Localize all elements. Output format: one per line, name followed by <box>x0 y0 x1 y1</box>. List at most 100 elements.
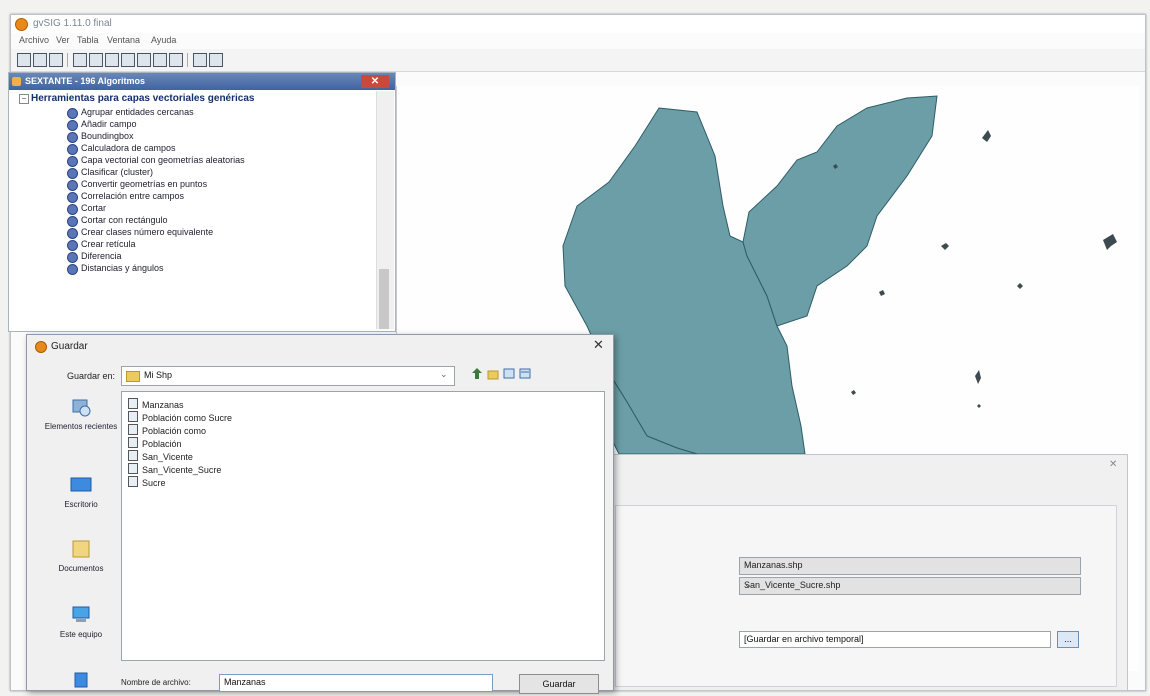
map-icon[interactable] <box>105 53 119 67</box>
gear-icon <box>67 120 78 131</box>
menu-archivo[interactable]: Archivo <box>19 35 49 45</box>
shapefile-icon <box>128 411 138 422</box>
parameters-group <box>615 505 1117 687</box>
chevron-down-icon: ⌄ <box>744 559 752 569</box>
place-documents[interactable]: Documentos <box>41 539 121 573</box>
place-this-pc[interactable]: Este equipo <box>41 605 121 639</box>
look-in-label: Guardar en: <box>67 371 116 381</box>
chevron-down-icon: ⌄ <box>440 369 448 379</box>
tree-item[interactable]: Cortar <box>67 203 106 215</box>
menu-ver[interactable]: Ver <box>56 35 70 45</box>
sextante-icon[interactable] <box>209 53 223 67</box>
algorithms-panel: SEXTANTE - 196 Algoritmos ✕ − Herramient… <box>8 72 396 332</box>
shapefile-icon <box>128 424 138 435</box>
map-island <box>1017 283 1023 289</box>
shapefile-icon <box>128 437 138 448</box>
desktop-icon <box>70 477 92 492</box>
recent-items-icon <box>72 399 91 417</box>
folder-icon <box>126 371 140 382</box>
scrollbar-thumb[interactable] <box>379 269 389 329</box>
measure-icon[interactable] <box>169 53 183 67</box>
browse-button[interactable]: ... <box>1057 631 1079 648</box>
close-icon[interactable]: ✕ <box>361 75 389 88</box>
save-icon[interactable] <box>49 53 63 67</box>
panel-title-bar: SEXTANTE - 196 Algoritmos ✕ <box>9 73 395 90</box>
file-item[interactable]: Población como Sucre <box>128 411 232 423</box>
up-folder-icon[interactable] <box>471 367 483 380</box>
tool-icon[interactable] <box>121 53 135 67</box>
file-item[interactable]: Población <box>128 437 182 449</box>
gear-icon <box>67 132 78 143</box>
tree-item[interactable]: Boundingbox <box>67 131 134 143</box>
computer-icon <box>72 606 90 622</box>
layer-icon[interactable] <box>73 53 87 67</box>
tree-item[interactable]: Agrupar entidades cercanas <box>67 107 194 119</box>
file-item[interactable]: Población como <box>128 424 206 436</box>
gear-icon <box>67 108 78 119</box>
place-network[interactable] <box>41 671 121 696</box>
close-icon[interactable]: ✕ <box>593 337 604 353</box>
tree-item[interactable]: Diferencia <box>67 251 122 263</box>
tree-item[interactable]: Añadir campo <box>67 119 137 131</box>
file-list[interactable]: Manzanas Población como Sucre Población … <box>121 391 605 661</box>
gear-icon <box>67 144 78 155</box>
toolbar <box>11 49 1145 72</box>
file-name-input[interactable]: Manzanas <box>219 674 493 692</box>
open-icon[interactable] <box>33 53 47 67</box>
new-icon[interactable] <box>17 53 31 67</box>
file-item[interactable]: San_Vicente <box>128 450 193 462</box>
menu-ventana[interactable]: Ventana <box>107 35 140 45</box>
close-icon[interactable]: ✕ <box>1109 459 1117 470</box>
tree-item[interactable]: Cortar con rectángulo <box>67 215 168 227</box>
gear-icon <box>67 252 78 263</box>
collapse-icon[interactable]: − <box>19 94 29 104</box>
file-item[interactable]: Sucre <box>128 476 166 488</box>
tree-item[interactable]: Distancias y ángulos <box>67 263 164 275</box>
gear-icon <box>67 156 78 167</box>
gear-icon <box>67 264 78 275</box>
map-island <box>975 370 981 384</box>
save-dialog: Guardar ✕ Guardar en: Mi Shp ⌄ Elementos… <box>26 334 614 694</box>
map-region-east <box>742 95 938 327</box>
map-island <box>977 404 981 408</box>
select-icon[interactable] <box>153 53 167 67</box>
tree-item[interactable]: Clasificar (cluster) <box>67 167 153 179</box>
place-recent[interactable]: Elementos recientes <box>41 397 121 431</box>
tree-item[interactable]: Crear retícula <box>67 239 136 251</box>
output-file-field[interactable]: [Guardar en archivo temporal] <box>739 631 1051 648</box>
zoom-icon[interactable] <box>137 53 151 67</box>
file-name-label: Nombre de archivo: <box>121 678 191 687</box>
tree-item[interactable]: Capa vectorial con geometrías aleatorias <box>67 155 245 167</box>
tree-item[interactable]: Crear clases número equivalente <box>67 227 213 239</box>
map-island <box>879 290 885 296</box>
tree-group-label[interactable]: Herramientas para capas vectoriales gené… <box>31 93 254 104</box>
shapefile-icon <box>128 450 138 461</box>
gear-icon <box>67 180 78 191</box>
map-island <box>982 130 991 142</box>
list-view-icon[interactable] <box>503 367 515 380</box>
file-item[interactable]: Manzanas <box>128 398 184 410</box>
look-in-select[interactable]: Mi Shp ⌄ <box>121 366 455 386</box>
window-icon[interactable] <box>193 53 207 67</box>
dialog-title: Guardar <box>51 341 88 352</box>
details-view-icon[interactable] <box>519 367 531 380</box>
shapefile-icon <box>128 463 138 474</box>
map-island <box>1103 234 1117 250</box>
place-desktop[interactable]: Escritorio <box>41 475 121 509</box>
menu-ayuda[interactable]: Ayuda <box>151 35 176 45</box>
save-button[interactable]: Guardar <box>519 674 599 694</box>
tree-item[interactable]: Convertir geometrías en puntos <box>67 179 207 191</box>
table-icon[interactable] <box>89 53 103 67</box>
chevron-down-icon: ⌄ <box>744 579 752 589</box>
new-folder-icon[interactable] <box>487 367 499 380</box>
tree-item[interactable]: Calculadora de campos <box>67 143 176 155</box>
overlay-layer-select[interactable]: San_Vicente_Sucre.shp ⌄ <box>739 577 1081 595</box>
input-layer-select[interactable]: Manzanas.shp ⌄ <box>739 557 1081 575</box>
file-item[interactable]: San_Vicente_Sucre <box>128 463 221 475</box>
app-logo-icon <box>35 341 47 353</box>
shapefile-icon <box>128 398 138 409</box>
tree-item[interactable]: Correlación entre campos <box>67 191 184 203</box>
menu-bar: Archivo Ver Tabla Ventana Ayuda <box>11 33 1145 49</box>
menu-tabla[interactable]: Tabla <box>77 35 99 45</box>
gear-icon <box>67 240 78 251</box>
